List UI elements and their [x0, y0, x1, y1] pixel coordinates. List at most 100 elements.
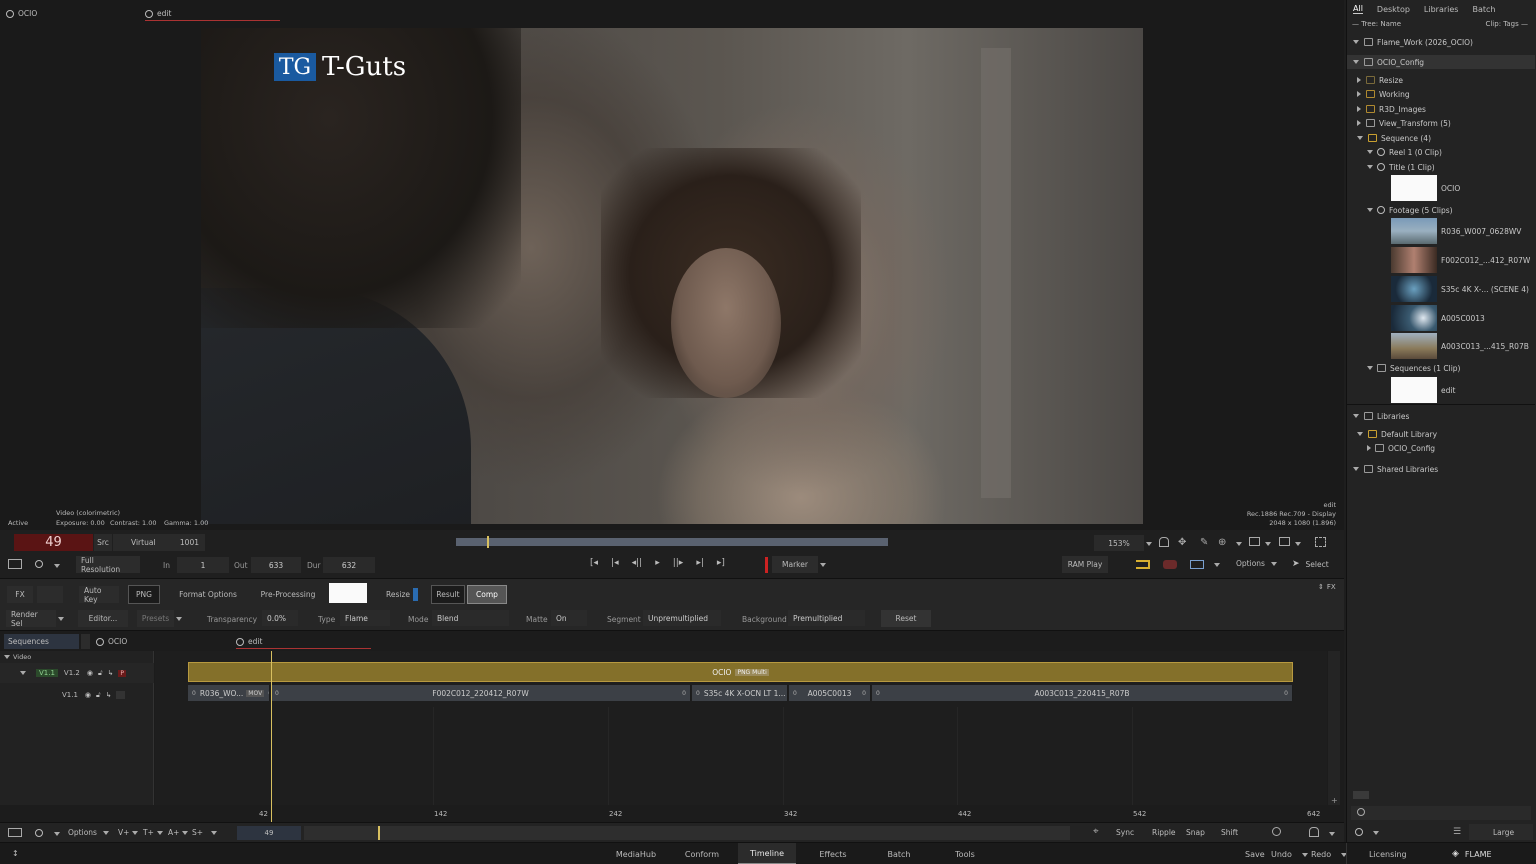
ram-play-button[interactable]: RAM Play	[1062, 556, 1108, 573]
tab-tools[interactable]: Tools	[938, 843, 992, 864]
timeline-playhead[interactable]	[271, 651, 272, 825]
crosshair-dropdown-icon[interactable]	[1236, 542, 1242, 546]
gear-icon[interactable]	[1355, 828, 1363, 836]
panel-scroll-handle[interactable]	[1353, 791, 1369, 799]
tree-row-libraries[interactable]: Libraries	[1347, 409, 1535, 423]
auto-key-button[interactable]: Auto Key	[79, 586, 119, 604]
frame-counter[interactable]: 49	[14, 534, 93, 551]
tree-row-shared-libraries[interactable]: Shared Libraries	[1347, 462, 1535, 476]
node-thumbnail[interactable]	[329, 583, 367, 603]
panel-settings-dropdown-icon[interactable]	[1373, 831, 1379, 835]
move-icon[interactable]: ✥	[1178, 537, 1186, 548]
timeline-tab-edit[interactable]: edit	[236, 637, 371, 649]
viewer-image[interactable]: TG T-Guts	[201, 28, 1143, 524]
format-options-node[interactable]: Format Options	[168, 586, 248, 603]
home-icon[interactable]	[1159, 537, 1169, 547]
tab-timeline[interactable]: Timeline	[738, 843, 796, 864]
video-group-label[interactable]: Video	[4, 653, 31, 661]
mode-field[interactable]: Blend	[432, 610, 509, 626]
zoom-plus-icon[interactable]: +	[1331, 796, 1338, 805]
eyedropper-icon[interactable]: ✎	[1200, 537, 1208, 548]
resolution-button[interactable]: Full Resolution	[76, 556, 140, 574]
library-tab-all[interactable]: All	[1353, 4, 1363, 14]
gear-icon[interactable]	[35, 560, 43, 568]
clip-row-footage-3[interactable]: S35c 4K X-... (SCENE 4)	[1347, 275, 1535, 303]
timeline-scroll-bar[interactable]	[304, 826, 1070, 840]
eye-icon[interactable]: ◉	[85, 691, 91, 699]
clip-row-footage-2[interactable]: F002C012_...412_R07W	[1347, 246, 1535, 274]
home-icon[interactable]	[1309, 827, 1319, 837]
compare-dropdown-icon[interactable]	[1214, 563, 1220, 567]
library-search-input[interactable]	[1351, 806, 1531, 820]
track-area[interactable]: OCIO PNG Multi 0 R036_WO... MOV 0 0 F002…	[155, 651, 1327, 825]
out-field[interactable]: 633	[251, 557, 301, 573]
reset-button[interactable]: Reset	[881, 610, 931, 627]
timeline-options-menu[interactable]: Options	[68, 828, 109, 837]
search-icon[interactable]	[1272, 827, 1281, 836]
step-forward-icon[interactable]: ▸|	[696, 558, 704, 568]
tree-row-title[interactable]: Title (1 Clip)	[1347, 160, 1535, 174]
marker-button[interactable]: Marker	[772, 556, 818, 573]
link-track-icon[interactable]: ↳	[106, 691, 112, 699]
shift-toggle[interactable]: Shift	[1221, 828, 1238, 837]
track-expand-icon[interactable]	[20, 671, 26, 675]
tab-effects[interactable]: Effects	[806, 843, 860, 864]
lock-icon[interactable]: 🔓︎	[96, 691, 101, 700]
tab-mediahub[interactable]: MediaHub	[608, 843, 664, 864]
type-field[interactable]: Flame	[340, 610, 390, 626]
layout-icon[interactable]	[1249, 537, 1260, 546]
result-node[interactable]: Result	[431, 585, 465, 604]
tree-row-ocio-config[interactable]: OCIO_Config	[1347, 55, 1535, 69]
sync-toggle[interactable]: Sync	[1116, 828, 1134, 837]
zoom-field[interactable]: 153%	[1094, 535, 1144, 551]
clip-row-edit[interactable]: edit	[1347, 376, 1535, 404]
tree-row-reel1[interactable]: Reel 1 (0 Clip)	[1347, 145, 1535, 159]
zoom-dropdown-icon[interactable]	[1146, 542, 1152, 546]
fx-button[interactable]: FX	[7, 586, 33, 603]
home-dropdown-icon[interactable]	[1329, 832, 1335, 836]
track-badge[interactable]	[116, 691, 126, 699]
track-v11-header[interactable]: V1.1 ◉ 🔓︎ ↳	[0, 685, 154, 705]
options-menu[interactable]: Options	[1236, 559, 1277, 568]
link-track-icon[interactable]: ↳	[108, 669, 114, 677]
resize-node[interactable]: Resize	[383, 586, 413, 603]
clip-f002c012[interactable]: 0 F002C012_220412_R07W 0	[271, 685, 691, 701]
add-video-track[interactable]: V+	[118, 828, 139, 837]
expand-icon[interactable]: ↕	[12, 849, 19, 858]
transparency-field[interactable]: 0.0%	[262, 610, 298, 626]
go-to-end-icon[interactable]: ▸]	[717, 558, 725, 568]
library-tab-libraries[interactable]: Libraries	[1424, 5, 1459, 14]
library-tab-desktop[interactable]: Desktop	[1377, 5, 1410, 14]
clip-row-ocio[interactable]: OCIO	[1347, 174, 1535, 202]
add-audio-track[interactable]: A+	[168, 828, 189, 837]
fx-toggle[interactable]: ⇕ FX	[1318, 583, 1336, 591]
licensing-button[interactable]: Licensing	[1369, 850, 1407, 859]
track-v12-header[interactable]: V1.1 V1.2 ◉ 🔓︎ ↳ P	[0, 663, 154, 683]
tab-batch[interactable]: Batch	[872, 843, 926, 864]
marker-dropdown-icon[interactable]	[820, 563, 826, 567]
comp-node[interactable]: Comp	[467, 585, 507, 604]
save-button[interactable]: Save	[1245, 850, 1265, 859]
settings-dropdown-icon[interactable]	[54, 832, 60, 836]
timeline-tab-ocio[interactable]: OCIO	[96, 637, 127, 646]
viewer-tab-edit[interactable]: edit	[145, 9, 280, 21]
focus-icon[interactable]: ⌖	[1093, 826, 1099, 837]
gear-icon[interactable]	[35, 829, 43, 837]
timeline-frame-field[interactable]: 49	[237, 826, 301, 840]
clip-s35c[interactable]: 0 S35c 4K X-OCN LT 1...	[692, 685, 788, 701]
matte-field[interactable]: On	[551, 610, 587, 626]
src-label[interactable]: Src	[94, 534, 112, 551]
clip-a005c0013[interactable]: 0 A005C0013 0	[789, 685, 871, 701]
compare-icon[interactable]	[1190, 560, 1204, 569]
clip-row-footage-1[interactable]: R036_W007_0628WV	[1347, 217, 1535, 245]
lock-icon[interactable]: 🔓︎	[98, 669, 103, 678]
background-field[interactable]: Premultiplied	[788, 610, 865, 626]
tab-conform[interactable]: Conform	[674, 843, 730, 864]
clip-row-footage-4[interactable]: A005C0013	[1347, 304, 1535, 332]
link-icon[interactable]	[1136, 560, 1150, 569]
tree-row-default-child[interactable]: OCIO_Config	[1347, 441, 1535, 455]
library-tab-batch[interactable]: Batch	[1472, 5, 1495, 14]
tree-row-footage[interactable]: Footage (5 Clips)	[1347, 203, 1535, 217]
undo-button[interactable]: Undo	[1271, 850, 1308, 859]
timeline-vscroll[interactable]: +	[1328, 651, 1340, 805]
